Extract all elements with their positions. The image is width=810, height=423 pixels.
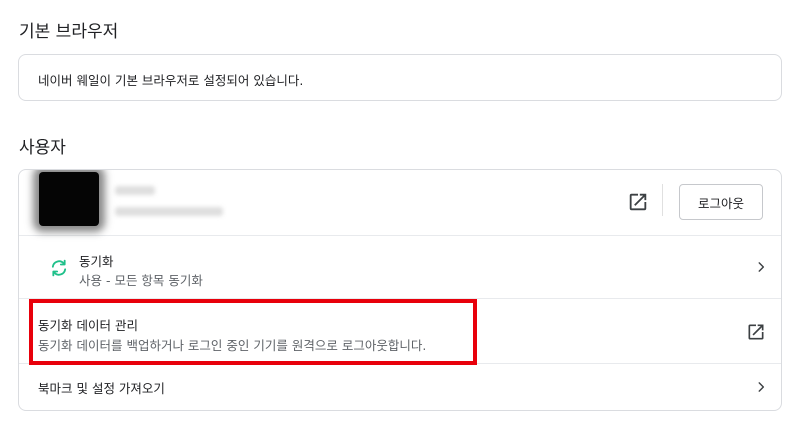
- import-bookmarks-row[interactable]: 북마크 및 설정 가져오기: [19, 364, 781, 410]
- profile-row: 로그아웃: [19, 170, 781, 236]
- sync-icon: [51, 259, 67, 277]
- profile-name-redacted: [115, 186, 155, 195]
- chevron-right-icon: [758, 262, 765, 272]
- external-link-icon[interactable]: [746, 322, 766, 342]
- sync-status: 사용 - 모든 항목 동기화: [79, 273, 203, 288]
- profile-email-redacted: [115, 207, 223, 216]
- sync-row[interactable]: 동기화 사용 - 모든 항목 동기화: [19, 236, 781, 299]
- manage-sync-data-title: 동기화 데이터 관리: [38, 318, 138, 333]
- divider: [662, 184, 663, 216]
- default-browser-card: 네이버 웨일이 기본 브라우저로 설정되어 있습니다.: [18, 54, 782, 101]
- logout-button[interactable]: 로그아웃: [679, 184, 763, 220]
- user-card: 로그아웃 동기화 사용 - 모든 항목 동기화 동기화 데이터 관리 동기화 데…: [18, 169, 782, 411]
- avatar: [39, 172, 99, 226]
- default-browser-message: 네이버 웨일이 기본 브라우저로 설정되어 있습니다.: [38, 73, 304, 88]
- sync-title: 동기화: [79, 254, 114, 269]
- import-bookmarks-title: 북마크 및 설정 가져오기: [38, 381, 165, 396]
- default-browser-heading: 기본 브라우저: [19, 22, 119, 42]
- manage-sync-data-description: 동기화 데이터를 백업하거나 로그인 중인 기기를 원격으로 로그아웃합니다.: [38, 338, 427, 353]
- chevron-right-icon: [758, 382, 765, 392]
- manage-sync-data-row[interactable]: 동기화 데이터 관리 동기화 데이터를 백업하거나 로그인 중인 기기를 원격으…: [19, 299, 781, 364]
- open-profile-external-icon[interactable]: [627, 191, 649, 213]
- user-heading: 사용자: [19, 138, 66, 158]
